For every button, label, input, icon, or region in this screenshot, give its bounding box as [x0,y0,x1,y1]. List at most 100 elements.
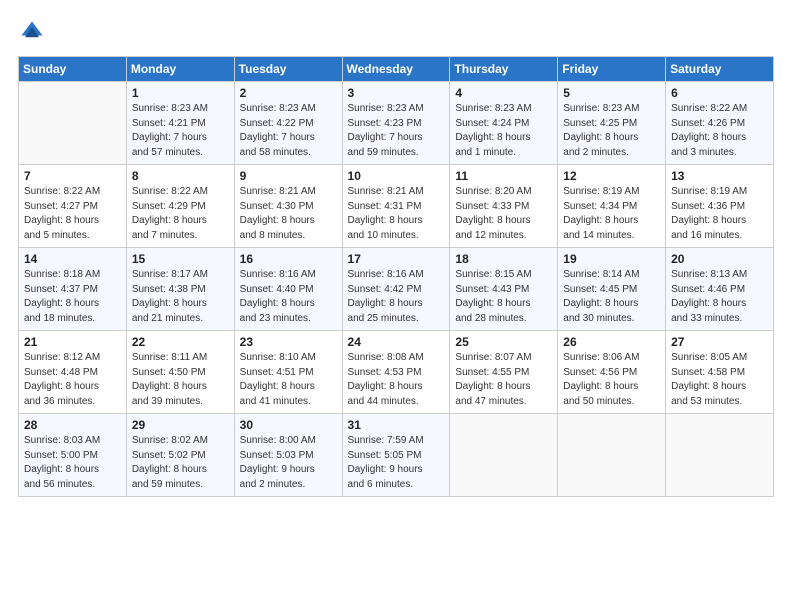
calendar-header-friday: Friday [558,57,666,82]
calendar-cell: 30 Sunrise: 8:00 AM Sunset: 5:03 PM Dayli… [234,414,342,497]
calendar-week-row: 28 Sunrise: 8:03 AM Sunset: 5:00 PM Dayli… [19,414,774,497]
calendar-cell: 14 Sunrise: 8:18 AM Sunset: 4:37 PM Dayli… [19,248,127,331]
calendar-cell: 22 Sunrise: 8:11 AM Sunset: 4:50 PM Dayli… [126,331,234,414]
calendar-cell: 6 Sunrise: 8:22 AM Sunset: 4:26 PM Daylig… [666,82,774,165]
day-number: 20 [671,252,768,266]
day-info: Sunrise: 8:17 AM Sunset: 4:38 PM Dayligh… [132,268,229,326]
calendar-header-tuesday: Tuesday [234,57,342,82]
day-info: Sunrise: 8:18 AM Sunset: 4:37 PM Dayligh… [24,268,121,326]
day-info: Sunrise: 8:16 AM Sunset: 4:42 PM Dayligh… [348,268,445,326]
calendar-cell: 13 Sunrise: 8:19 AM Sunset: 4:36 PM Dayli… [666,165,774,248]
day-info: Sunrise: 8:07 AM Sunset: 4:55 PM Dayligh… [455,351,552,409]
day-info: Sunrise: 8:11 AM Sunset: 4:50 PM Dayligh… [132,351,229,409]
day-info: Sunrise: 8:23 AM Sunset: 4:23 PM Dayligh… [348,102,445,160]
calendar-header-wednesday: Wednesday [342,57,450,82]
day-number: 5 [563,86,660,100]
day-number: 3 [348,86,445,100]
calendar-header-monday: Monday [126,57,234,82]
calendar-cell [450,414,558,497]
calendar-cell: 19 Sunrise: 8:14 AM Sunset: 4:45 PM Dayli… [558,248,666,331]
day-number: 7 [24,169,121,183]
day-number: 22 [132,335,229,349]
header [18,18,774,46]
day-number: 31 [348,418,445,432]
day-number: 8 [132,169,229,183]
day-info: Sunrise: 8:23 AM Sunset: 4:21 PM Dayligh… [132,102,229,160]
day-number: 13 [671,169,768,183]
day-number: 6 [671,86,768,100]
calendar-cell: 27 Sunrise: 8:05 AM Sunset: 4:58 PM Dayli… [666,331,774,414]
day-number: 11 [455,169,552,183]
calendar-week-row: 21Sunrise: 8:12 AM Sunset: 4:48 PM Dayli… [19,331,774,414]
day-info: Sunrise: 7:59 AM Sunset: 5:05 PM Dayligh… [348,434,445,492]
calendar-table: SundayMondayTuesdayWednesdayThursdayFrid… [18,56,774,497]
day-info: Sunrise: 8:13 AM Sunset: 4:46 PM Dayligh… [671,268,768,326]
calendar-cell: 29 Sunrise: 8:02 AM Sunset: 5:02 PM Dayli… [126,414,234,497]
day-info: Sunrise: 8:02 AM Sunset: 5:02 PM Dayligh… [132,434,229,492]
day-number: 29 [132,418,229,432]
calendar-cell: 17 Sunrise: 8:16 AM Sunset: 4:42 PM Dayli… [342,248,450,331]
day-number: 9 [240,169,337,183]
day-info: Sunrise: 8:21 AM Sunset: 4:31 PM Dayligh… [348,185,445,243]
calendar-cell: 18 Sunrise: 8:15 AM Sunset: 4:43 PM Dayli… [450,248,558,331]
day-info: Sunrise: 8:14 AM Sunset: 4:45 PM Dayligh… [563,268,660,326]
calendar-cell [558,414,666,497]
calendar-header-row: SundayMondayTuesdayWednesdayThursdayFrid… [19,57,774,82]
day-number: 18 [455,252,552,266]
calendar-week-row: 1 Sunrise: 8:23 AM Sunset: 4:21 PM Daylig… [19,82,774,165]
day-number: 27 [671,335,768,349]
logo-icon [18,18,46,46]
day-number: 21 [24,335,121,349]
calendar-cell: 2Sunrise: 8:23 AM Sunset: 4:22 PM Daylig… [234,82,342,165]
day-number: 2 [240,86,337,100]
day-info: Sunrise: 8:00 AM Sunset: 5:03 PM Dayligh… [240,434,337,492]
day-info: Sunrise: 8:22 AM Sunset: 4:26 PM Dayligh… [671,102,768,160]
day-info: Sunrise: 8:05 AM Sunset: 4:58 PM Dayligh… [671,351,768,409]
logo [18,18,50,46]
day-info: Sunrise: 8:15 AM Sunset: 4:43 PM Dayligh… [455,268,552,326]
calendar-cell: 23 Sunrise: 8:10 AM Sunset: 4:51 PM Dayli… [234,331,342,414]
day-number: 12 [563,169,660,183]
day-number: 26 [563,335,660,349]
calendar-cell [19,82,127,165]
calendar-cell: 15Sunrise: 8:17 AM Sunset: 4:38 PM Dayli… [126,248,234,331]
day-number: 30 [240,418,337,432]
day-info: Sunrise: 8:20 AM Sunset: 4:33 PM Dayligh… [455,185,552,243]
calendar-cell: 1 Sunrise: 8:23 AM Sunset: 4:21 PM Daylig… [126,82,234,165]
calendar-cell: 26 Sunrise: 8:06 AM Sunset: 4:56 PM Dayli… [558,331,666,414]
day-info: Sunrise: 8:23 AM Sunset: 4:25 PM Dayligh… [563,102,660,160]
calendar-cell: 25 Sunrise: 8:07 AM Sunset: 4:55 PM Dayli… [450,331,558,414]
day-info: Sunrise: 8:10 AM Sunset: 4:51 PM Dayligh… [240,351,337,409]
day-number: 1 [132,86,229,100]
day-number: 14 [24,252,121,266]
calendar-header-thursday: Thursday [450,57,558,82]
day-info: Sunrise: 8:03 AM Sunset: 5:00 PM Dayligh… [24,434,121,492]
calendar-cell: 9 Sunrise: 8:21 AM Sunset: 4:30 PM Daylig… [234,165,342,248]
calendar-cell: 10 Sunrise: 8:21 AM Sunset: 4:31 PM Dayli… [342,165,450,248]
day-number: 17 [348,252,445,266]
calendar-cell: 21Sunrise: 8:12 AM Sunset: 4:48 PM Dayli… [19,331,127,414]
day-number: 16 [240,252,337,266]
page: SundayMondayTuesdayWednesdayThursdayFrid… [0,0,792,507]
day-number: 4 [455,86,552,100]
calendar-cell: 20 Sunrise: 8:13 AM Sunset: 4:46 PM Dayli… [666,248,774,331]
day-number: 28 [24,418,121,432]
calendar-cell: 31 Sunrise: 7:59 AM Sunset: 5:05 PM Dayli… [342,414,450,497]
day-number: 25 [455,335,552,349]
day-info: Sunrise: 8:21 AM Sunset: 4:30 PM Dayligh… [240,185,337,243]
calendar-cell: 11 Sunrise: 8:20 AM Sunset: 4:33 PM Dayli… [450,165,558,248]
calendar-cell [666,414,774,497]
day-number: 23 [240,335,337,349]
day-number: 19 [563,252,660,266]
day-info: Sunrise: 8:22 AM Sunset: 4:27 PM Dayligh… [24,185,121,243]
calendar-cell: 8 Sunrise: 8:22 AM Sunset: 4:29 PM Daylig… [126,165,234,248]
calendar-cell: 4Sunrise: 8:23 AM Sunset: 4:24 PM Daylig… [450,82,558,165]
day-info: Sunrise: 8:08 AM Sunset: 4:53 PM Dayligh… [348,351,445,409]
day-info: Sunrise: 8:22 AM Sunset: 4:29 PM Dayligh… [132,185,229,243]
day-info: Sunrise: 8:06 AM Sunset: 4:56 PM Dayligh… [563,351,660,409]
day-number: 10 [348,169,445,183]
day-info: Sunrise: 8:19 AM Sunset: 4:36 PM Dayligh… [671,185,768,243]
calendar-week-row: 14 Sunrise: 8:18 AM Sunset: 4:37 PM Dayli… [19,248,774,331]
calendar-cell: 28 Sunrise: 8:03 AM Sunset: 5:00 PM Dayli… [19,414,127,497]
day-info: Sunrise: 8:19 AM Sunset: 4:34 PM Dayligh… [563,185,660,243]
